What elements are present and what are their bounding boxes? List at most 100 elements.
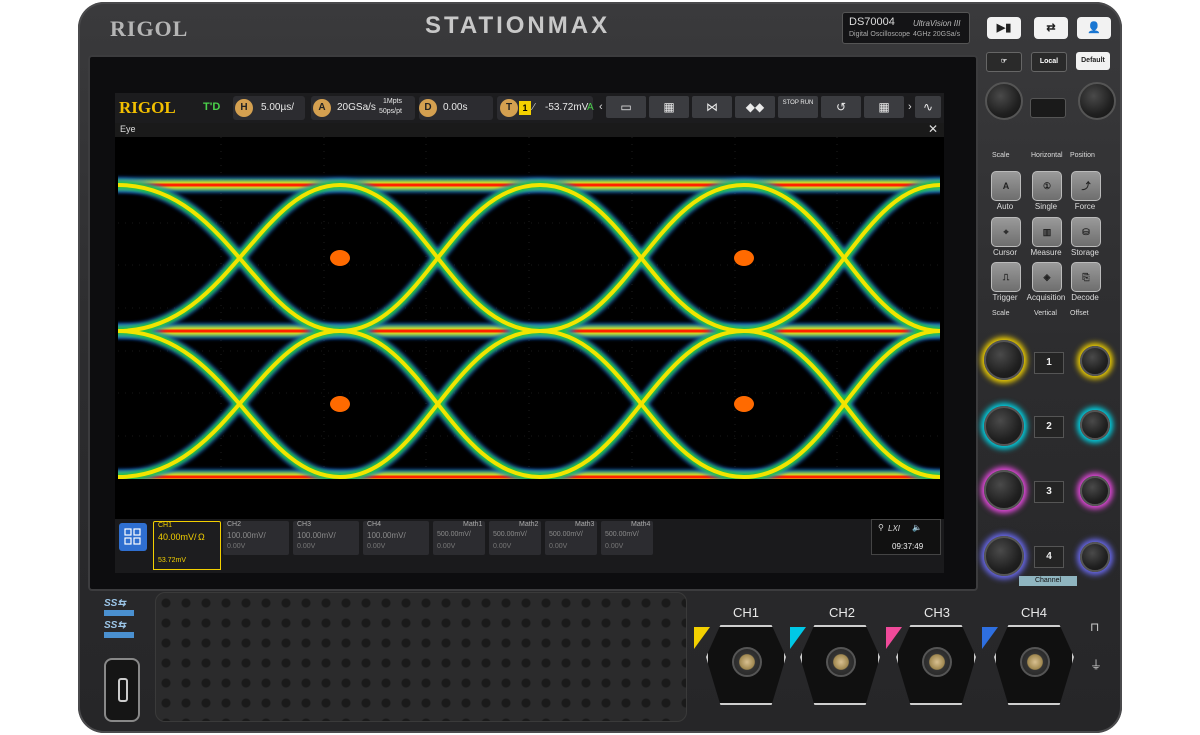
storage-button[interactable]: ⛁: [1071, 217, 1101, 247]
ch4-scale-knob[interactable]: [984, 536, 1024, 576]
multipurpose-knob-right[interactable]: [1078, 82, 1116, 120]
stop-run-button[interactable]: STOP RUN: [778, 96, 818, 118]
vertical-title: Vertical: [1034, 310, 1057, 317]
ch2-select-button[interactable]: 2: [1034, 416, 1064, 438]
ch1-offset: 53.72mV: [158, 557, 187, 564]
eye-tool-button[interactable]: ⋈: [692, 96, 732, 118]
multipurpose-knob-left[interactable]: [985, 82, 1023, 120]
force-button[interactable]: ⤴: [1071, 171, 1101, 201]
run-state[interactable]: T'D: [203, 101, 220, 113]
sync-button[interactable]: ⇄: [1034, 17, 1068, 39]
ch1-input-label: CH1: [733, 605, 760, 620]
eye-diagram-svg: [110, 137, 948, 485]
ch4-offset-knob[interactable]: [1080, 542, 1110, 572]
math3-status[interactable]: Math3 500.00mV/ 0.00V: [545, 521, 597, 555]
probe-tool-button[interactable]: ▭: [606, 96, 646, 118]
system-status[interactable]: ⚲ LXI 🔈 09:37:49: [871, 519, 941, 555]
ch1-status[interactable]: CH1 40.00mV/ Ω: [153, 521, 221, 557]
close-icon[interactable]: ✕: [928, 122, 938, 136]
record-play-button[interactable]: ▶▮: [987, 17, 1021, 39]
cursor-label: Cursor: [992, 248, 1017, 257]
math4-label: Math4: [631, 521, 651, 528]
ch1-bnc-connector[interactable]: [732, 647, 762, 677]
clock: 09:37:49: [892, 542, 924, 551]
user-button[interactable]: 👤: [1077, 17, 1111, 39]
top-status-bar: RIGOL T'D H 5.00µs/ A 20GSa/s 1Mpts 50ps…: [115, 93, 944, 123]
ch2-scale-knob[interactable]: [984, 406, 1024, 446]
single-button[interactable]: ①: [1032, 171, 1062, 201]
probe-comp-icon: ⊓: [1090, 620, 1100, 634]
ch4-select-button[interactable]: 4: [1034, 546, 1064, 568]
math4-scale: 500.00mV/: [605, 531, 639, 538]
math4-status[interactable]: Math4 500.00mV/ 0.00V: [601, 521, 653, 555]
usb-socket-1: [104, 610, 134, 616]
ch1-coupling: Ω: [198, 532, 205, 542]
ch4-status[interactable]: CH4 100.00mV/ 0.00V: [363, 521, 429, 555]
ch1-offset-knob[interactable]: [1080, 346, 1110, 376]
channel-section-tag: Channel: [1019, 576, 1077, 586]
force-icon: ⤴: [1081, 181, 1091, 191]
waveform-icon: ∿: [922, 100, 934, 114]
main-menu-button[interactable]: [119, 523, 147, 551]
ch3-offset-knob[interactable]: [1080, 476, 1110, 506]
ch1-label: CH1: [158, 522, 173, 529]
math2-scale: 500.00mV/: [493, 531, 527, 538]
ch3-status[interactable]: CH3 100.00mV/ 0.00V: [293, 521, 359, 555]
ch2-status[interactable]: CH2 100.00mV/ 0.00V: [223, 521, 289, 555]
ch2-input-port[interactable]: [800, 625, 880, 705]
decode-button[interactable]: ⎘: [1071, 262, 1101, 292]
ch1-select-button[interactable]: 1: [1034, 352, 1064, 374]
acquisition-button[interactable]: ◈: [1032, 262, 1062, 292]
scroll-left-icon[interactable]: ‹: [599, 101, 603, 113]
trigger-label: Trigger: [992, 293, 1018, 302]
ch1-scale-knob[interactable]: [984, 340, 1024, 380]
horizontal-position-label: Position: [1070, 152, 1095, 159]
decode-label: Decode: [1071, 293, 1099, 302]
ch2-bnc-connector[interactable]: [826, 647, 856, 677]
layout-button[interactable]: ▦: [864, 96, 904, 118]
ch3-offset: 0.00V: [297, 543, 316, 550]
ch3-input-port[interactable]: [896, 625, 976, 705]
ch2-offset-knob[interactable]: [1080, 410, 1110, 440]
ch3-bnc-connector[interactable]: [922, 647, 952, 677]
measure-tool-button[interactable]: ▦: [649, 96, 689, 118]
screen: RIGOL T'D H 5.00µs/ A 20GSa/s 1Mpts 50ps…: [110, 93, 948, 573]
ch1-input-port[interactable]: [706, 625, 786, 705]
default-button[interactable]: Default: [1076, 52, 1110, 70]
math2-offset: 0.00V: [493, 543, 512, 550]
history-button[interactable]: ↺: [821, 96, 861, 118]
spec-text: 4GHz 20GSa/s: [913, 31, 961, 38]
waveform-button[interactable]: ∿: [915, 96, 941, 118]
local-button[interactable]: Local: [1031, 52, 1067, 72]
trigger-icon: ⎍: [1002, 272, 1010, 282]
usb-port-2[interactable]: SS⇆: [104, 620, 136, 638]
math2-status[interactable]: Math2 500.00mV/ 0.00V: [489, 521, 541, 555]
ch1-scale: 40.00mV/: [158, 532, 197, 542]
auto-icon: A: [1002, 181, 1010, 191]
storage-label: Storage: [1070, 248, 1100, 257]
ch3-scale-knob[interactable]: [984, 470, 1024, 510]
ch4-bnc-connector[interactable]: [1020, 647, 1050, 677]
eye-diagram-plot[interactable]: [110, 137, 948, 485]
touch-lock-button[interactable]: ☞: [986, 52, 1022, 72]
usb-port-1[interactable]: SS⇆: [104, 598, 136, 616]
vertical-offset-label: Offset: [1070, 310, 1089, 317]
power-button[interactable]: [104, 658, 140, 722]
ch3-select-button[interactable]: 3: [1034, 481, 1064, 503]
cursor-tool-button[interactable]: ◆◆: [735, 96, 775, 118]
measure-button[interactable]: ▥: [1032, 217, 1062, 247]
speaker-icon: 🔈: [912, 523, 922, 532]
grid-layout-icon: ▦: [878, 100, 890, 114]
menu-grid-icon: [124, 528, 141, 545]
auto-label: Auto: [996, 202, 1014, 211]
trigger-button[interactable]: ⎍: [991, 262, 1021, 292]
math3-scale: 500.00mV/: [549, 531, 583, 538]
cursor-button[interactable]: ⌖: [991, 217, 1021, 247]
acquire-badge: A: [313, 99, 331, 117]
ch4-input-port[interactable]: [994, 625, 1074, 705]
math1-label: Math1: [463, 521, 483, 528]
scroll-right-icon[interactable]: ›: [908, 101, 912, 113]
auto-button[interactable]: A: [991, 171, 1021, 201]
math1-status[interactable]: Math1 500.00mV/ 0.00V: [433, 521, 485, 555]
ch4-offset: 0.00V: [367, 543, 386, 550]
